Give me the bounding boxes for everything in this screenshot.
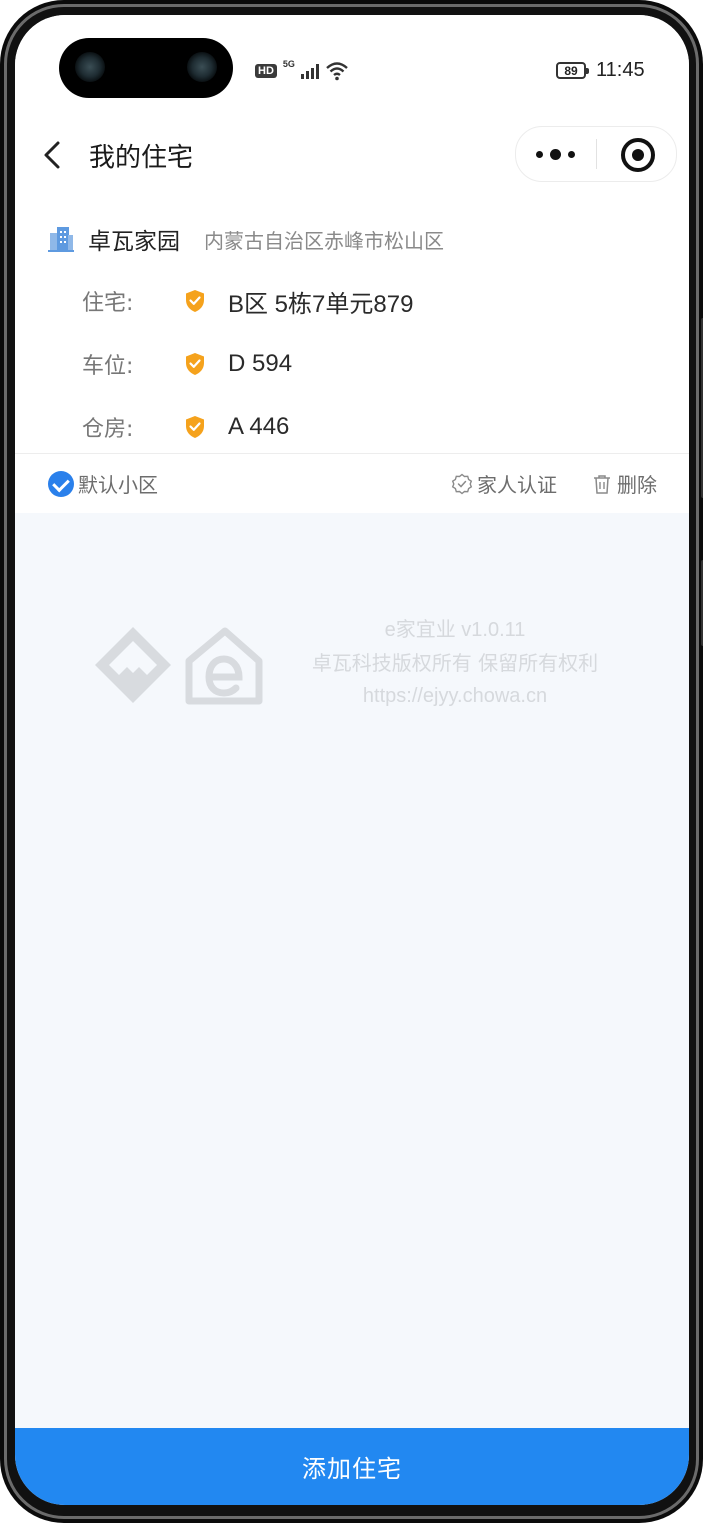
default-community-label: 默认小区 [78, 473, 158, 497]
community-name: 卓瓦家园 [88, 229, 180, 255]
property-label: 车位: [82, 354, 134, 379]
network-type: 5G [282, 59, 295, 69]
clock: 11:45 [596, 59, 645, 81]
community-header: 卓瓦家园 内蒙古自治区赤峰市松山区 [48, 219, 444, 259]
status-bar: HD 5G 89 11:45 [15, 15, 689, 111]
more-button[interactable] [516, 127, 596, 181]
property-label: 仓房: [82, 417, 134, 442]
navigation-bar: 我的住宅 [15, 111, 689, 197]
copyright-watermark: e家宜业 v1.0.11 卓瓦科技版权所有 保留所有权利 https://ejy… [285, 615, 625, 711]
property-row-house: 住宅: B区 5栋7单元879 [82, 281, 413, 321]
building-icon [48, 227, 74, 252]
mini-program-capsule [515, 126, 677, 182]
property-value: A 446 [228, 413, 290, 440]
delete-button[interactable]: 删除 [591, 469, 657, 498]
family-verify-label: 家人认证 [477, 473, 557, 497]
property-row-parking: 车位: D 594 [82, 344, 292, 384]
community-address: 内蒙古自治区赤峰市松山区 [204, 228, 444, 253]
back-arrow-icon[interactable] [39, 135, 69, 175]
camera-icon [75, 52, 105, 82]
family-verify-button[interactable]: 家人认证 [451, 469, 557, 498]
page-title: 我的住宅 [89, 143, 194, 173]
battery-clock: 89 11:45 [556, 59, 645, 82]
card-actions: 默认小区 家人认证 删除 [15, 454, 689, 513]
property-value: D 594 [228, 350, 293, 377]
status-icons: HD 5G [255, 59, 349, 83]
camera-icon [187, 52, 217, 82]
trash-icon [594, 474, 610, 494]
default-community-toggle[interactable]: 默认小区 [48, 469, 158, 498]
battery-icon: 89 [556, 62, 589, 79]
property-label: 住宅: [82, 291, 134, 316]
property-row-storage: 仓房: A 446 [82, 407, 289, 447]
app-version: e家宜业 v1.0.11 [384, 619, 526, 641]
delete-label: 删除 [617, 473, 657, 497]
camera-island [59, 38, 233, 98]
battery-level: 89 [564, 63, 578, 78]
website-url: https://ejyy.chowa.cn [362, 685, 548, 707]
wifi-icon [326, 62, 348, 81]
brand-logo-watermark [95, 627, 263, 705]
verify-badge-icon [451, 473, 473, 494]
screen: HD 5G 89 11:45 我的住宅 卓瓦家园 内蒙古自治区赤峰市松山区 住宅… [15, 15, 689, 1505]
hd-badge: HD [255, 64, 277, 78]
verified-shield-icon [186, 290, 204, 312]
property-value: B区 5栋7单元879 [228, 290, 414, 318]
copyright-text: 卓瓦科技版权所有 保留所有权利 [311, 651, 599, 675]
community-card[interactable]: 卓瓦家园 内蒙古自治区赤峰市松山区 住宅: B区 5栋7单元879 车位: D … [15, 197, 689, 513]
verified-shield-icon [186, 353, 204, 375]
check-circle-icon [48, 470, 74, 497]
verified-shield-icon [186, 416, 204, 438]
add-house-label: 添加住宅 [302, 1455, 402, 1483]
close-button[interactable] [597, 127, 676, 181]
add-house-button[interactable]: 添加住宅 [15, 1428, 689, 1505]
target-close-icon [621, 138, 655, 172]
signal-icon [300, 63, 319, 79]
